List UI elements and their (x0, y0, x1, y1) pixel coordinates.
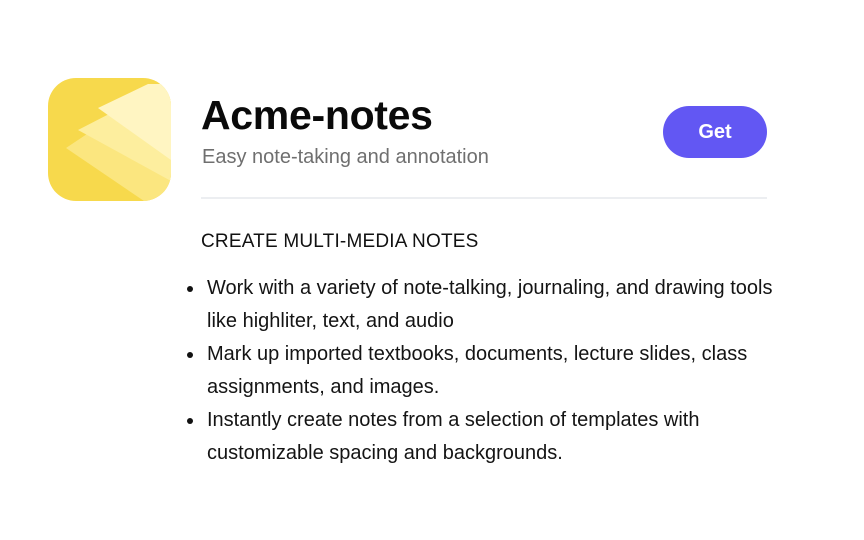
section-heading: CREATE MULTI-MEDIA NOTES (201, 231, 479, 252)
stacked-layers-icon (48, 78, 171, 201)
bullet-icon (187, 286, 193, 292)
app-subtitle: Easy note-taking and annotation (202, 146, 489, 168)
feature-text: Instantly create notes from a selection … (207, 409, 700, 464)
list-item: Instantly create notes from a selection … (187, 404, 777, 470)
app-title: Acme-notes (201, 92, 433, 138)
divider (201, 197, 767, 199)
bullet-icon (187, 418, 193, 424)
bullet-icon (187, 352, 193, 358)
features-section: CREATE MULTI-MEDIA NOTES Work with a var… (187, 229, 801, 470)
list-item: Mark up imported textbooks, documents, l… (187, 338, 777, 404)
feature-text: Mark up imported textbooks, documents, l… (207, 343, 748, 398)
feature-list: Work with a variety of note-talking, jou… (187, 272, 801, 470)
list-item: Work with a variety of note-talking, jou… (187, 272, 777, 338)
feature-text: Work with a variety of note-talking, jou… (207, 277, 773, 332)
app-icon (48, 78, 171, 201)
get-button[interactable]: Get (663, 106, 767, 158)
